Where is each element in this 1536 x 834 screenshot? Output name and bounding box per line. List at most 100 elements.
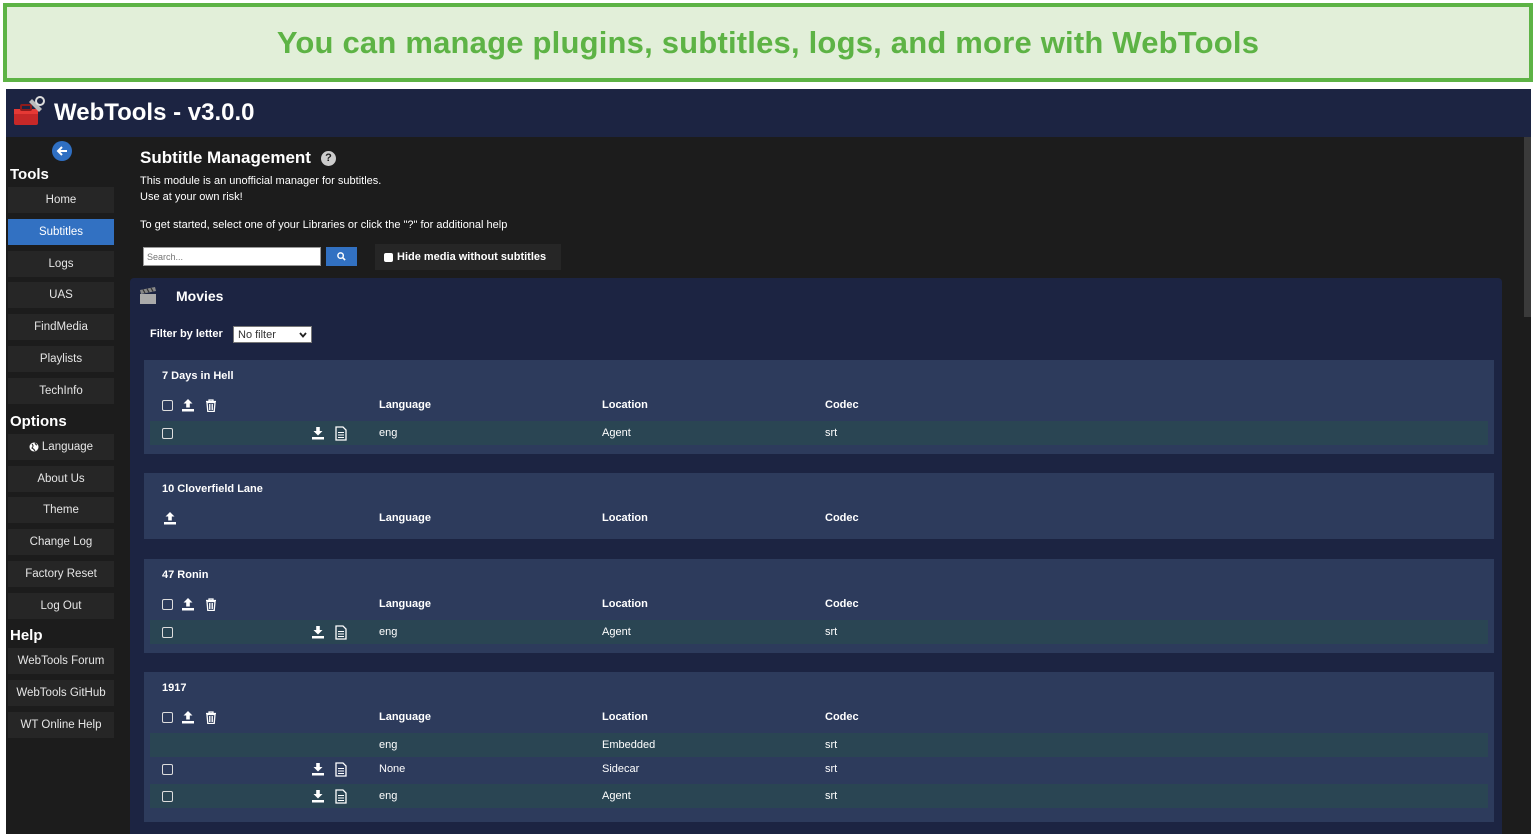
column-header-language: Language <box>379 512 431 524</box>
help-icon[interactable]: ? <box>320 150 336 166</box>
description-line-1: This module is an unofficial manager for… <box>140 175 382 187</box>
column-header-row: Language Location Codec <box>150 705 1488 729</box>
trash-icon[interactable] <box>203 709 219 725</box>
upload-icon[interactable] <box>162 510 178 526</box>
sidebar-item-log-out[interactable]: Log Out <box>8 593 114 619</box>
options-heading: Options <box>10 413 67 430</box>
select-all-checkbox[interactable] <box>162 598 173 610</box>
sidebar-item-language[interactable]: Language <box>8 434 114 460</box>
movie-card: 7 Days in Hell Language Location Codec e… <box>144 360 1494 454</box>
codec-cell: srt <box>825 790 838 802</box>
codec-cell: srt <box>825 763 838 775</box>
sidebar-item-about-us[interactable]: About Us <box>8 466 114 492</box>
language-cell: None <box>379 763 406 775</box>
sidebar-item-logs[interactable]: Logs <box>8 251 114 277</box>
movie-card: 47 Ronin Language Location Codec eng Age… <box>144 559 1494 653</box>
column-header-location: Location <box>602 598 648 610</box>
main-content: Subtitle Management ? This module is an … <box>126 137 1526 834</box>
sidebar-item-uas[interactable]: UAS <box>8 282 114 308</box>
app-title: WebTools - v3.0.0 <box>54 99 255 126</box>
top-bar: WebTools - v3.0.0 <box>6 89 1531 137</box>
subtitle-row: eng Agent srt <box>150 784 1488 808</box>
sidebar-item-webtools-github[interactable]: WebTools GitHub <box>8 680 114 706</box>
trash-icon[interactable] <box>203 397 219 413</box>
hide-media-label: Hide media without subtitles <box>397 251 547 263</box>
sidebar-item-techinfo[interactable]: TechInfo <box>8 378 114 404</box>
location-cell: Agent <box>602 790 631 802</box>
movie-card: 1917 Language Location Codec eng Embedde… <box>144 672 1494 822</box>
sidebar-item-home[interactable]: Home <box>8 187 114 213</box>
help-heading: Help <box>10 627 43 644</box>
column-header-codec: Codec <box>825 598 859 610</box>
trash-icon[interactable] <box>203 596 219 612</box>
hide-media-toggle[interactable]: Hide media without subtitles <box>375 244 561 270</box>
subtitle-row: eng Embedded srt <box>150 733 1488 757</box>
movies-panel: Movies Filter by letter No filter 7 Days… <box>130 278 1502 834</box>
row-checkbox[interactable] <box>162 790 173 802</box>
back-arrow-icon[interactable] <box>52 141 72 161</box>
search-input[interactable] <box>143 247 321 266</box>
sidebar-item-findmedia[interactable]: FindMedia <box>8 314 114 340</box>
file-icon[interactable] <box>333 425 349 441</box>
column-header-language: Language <box>379 711 431 723</box>
chevron-down-icon <box>299 331 307 338</box>
download-icon[interactable] <box>310 425 326 441</box>
column-header-codec: Codec <box>825 512 859 524</box>
sidebar-item-webtools-forum[interactable]: WebTools Forum <box>8 648 114 674</box>
row-checkbox[interactable] <box>162 626 173 638</box>
language-cell: eng <box>379 626 398 638</box>
row-checkbox[interactable] <box>162 427 173 439</box>
banner-text: You can manage plugins, subtitles, logs,… <box>276 24 1260 60</box>
tools-heading: Tools <box>10 166 49 183</box>
sidebar-item-subtitles[interactable]: Subtitles <box>8 219 114 245</box>
hide-media-checkbox[interactable] <box>384 252 393 262</box>
column-header-row: Language Location Codec <box>150 393 1488 417</box>
column-header-location: Location <box>602 399 648 411</box>
filter-label: Filter by letter <box>150 328 223 340</box>
toolbox-logo-icon <box>14 96 45 125</box>
file-icon[interactable] <box>333 624 349 640</box>
movie-card: 10 Cloverfield Lane Language Location Co… <box>144 473 1494 539</box>
location-cell: Sidecar <box>602 763 640 775</box>
info-banner: You can manage plugins, subtitles, logs,… <box>3 3 1533 82</box>
sidebar-item-change-log[interactable]: Change Log <box>8 529 114 555</box>
filter-value: No filter <box>238 328 276 341</box>
upload-icon[interactable] <box>180 709 196 725</box>
sidebar-item-wt-online-help[interactable]: WT Online Help <box>8 712 114 738</box>
download-icon[interactable] <box>310 761 326 777</box>
sidebar-item-factory-reset[interactable]: Factory Reset <box>8 561 114 587</box>
download-icon[interactable] <box>310 624 326 640</box>
language-cell: eng <box>379 739 398 751</box>
search-button[interactable] <box>326 247 357 266</box>
movie-title: 47 Ronin <box>162 569 209 581</box>
codec-cell: srt <box>825 626 838 638</box>
sidebar-item-theme[interactable]: Theme <box>8 497 114 523</box>
codec-cell: srt <box>825 739 838 751</box>
file-icon[interactable] <box>333 761 349 777</box>
movie-title: 1917 <box>162 682 187 694</box>
subtitle-row: None Sidecar srt <box>150 757 1488 781</box>
row-checkbox[interactable] <box>162 763 173 775</box>
sidebar-item-label: Language <box>41 441 94 453</box>
filter-select[interactable]: No filter <box>233 326 312 343</box>
movie-title: 10 Cloverfield Lane <box>162 483 263 495</box>
description-line-3: To get started, select one of your Libra… <box>140 219 508 231</box>
column-header-location: Location <box>602 512 648 524</box>
download-icon[interactable] <box>310 788 326 804</box>
column-header-row: Language Location Codec <box>150 592 1488 616</box>
upload-icon[interactable] <box>180 397 196 413</box>
webtools-app: WebTools - v3.0.0 Tools Home Subtitles L… <box>6 89 1531 834</box>
description-line-2: Use at your own risk! <box>140 191 243 203</box>
upload-icon[interactable] <box>180 596 196 612</box>
search-icon <box>337 252 346 261</box>
select-all-checkbox[interactable] <box>162 711 173 723</box>
page-title-text: Subtitle Management <box>140 148 311 167</box>
column-header-codec: Codec <box>825 399 859 411</box>
select-all-checkbox[interactable] <box>162 399 173 411</box>
clapperboard-icon <box>140 287 156 304</box>
subtitle-row: eng Agent srt <box>150 421 1488 445</box>
sidebar-item-playlists[interactable]: Playlists <box>8 346 114 372</box>
page-title: Subtitle Management ? <box>140 148 336 168</box>
column-header-row: Language Location Codec <box>150 506 1488 530</box>
file-icon[interactable] <box>333 788 349 804</box>
